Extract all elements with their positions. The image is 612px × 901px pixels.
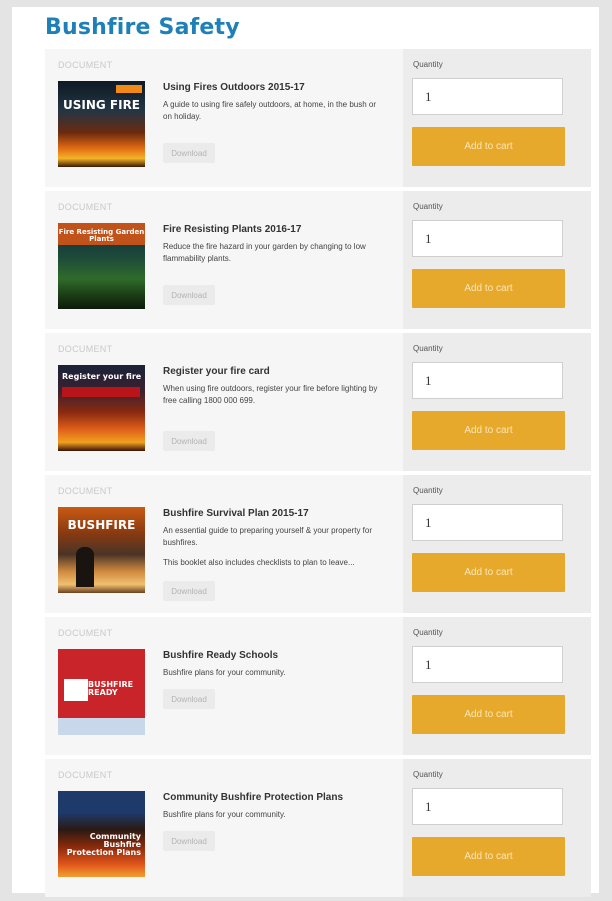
page-title: Bushfire Safety [45,15,240,40]
add-to-cart-button[interactable]: Add to cart [412,695,565,734]
item-purchase-panel: Quantity Add to cart [403,617,591,755]
item-details: DOCUMENT BUSHFIRE Bushfire Survival Plan… [45,475,403,613]
item-description: An essential guide to preparing yourself… [163,525,385,577]
document-type-label: DOCUMENT [58,344,113,354]
cover-image-bushfire-ready-schools: BUSHFIRE READY [58,649,145,735]
download-button[interactable]: Download [163,581,215,601]
quantity-input[interactable] [412,504,563,541]
item-purchase-panel: Quantity Add to cart [403,333,591,471]
item-description-text: Bushfire plans for your community. [163,668,286,677]
cover-title-text: Fire Resisting Garden Plants [58,228,145,243]
item-description-text: When using fire outdoors, register your … [163,384,378,405]
cover-title-text: Register your fire [62,372,142,381]
cover-image-fire-resisting-plants: Fire Resisting Garden Plants [58,223,145,309]
add-to-cart-button[interactable]: Add to cart [412,837,565,876]
list-item: DOCUMENT Register your fire Register you… [45,333,591,471]
quantity-input[interactable] [412,646,563,683]
quantity-label: Quantity [413,60,443,69]
item-description-text: This booklet also includes checklists to… [163,558,355,567]
download-button[interactable]: Download [163,431,215,451]
add-to-cart-button[interactable]: Add to cart [412,127,565,166]
document-type-label: DOCUMENT [58,770,113,780]
add-to-cart-button[interactable]: Add to cart [412,553,565,592]
item-purchase-panel: Quantity Add to cart [403,759,591,897]
quantity-label: Quantity [413,770,443,779]
list-item: DOCUMENT BUSHFIRE Bushfire Survival Plan… [45,475,591,613]
item-title: Bushfire Survival Plan 2015-17 [163,508,309,519]
download-button[interactable]: Download [163,143,215,163]
document-type-label: DOCUMENT [58,486,113,496]
item-description: When using fire outdoors, register your … [163,383,385,415]
item-description: Reduce the fire hazard in your garden by… [163,241,385,273]
item-details: DOCUMENT Fire Resisting Garden Plants Fi… [45,191,403,329]
item-purchase-panel: Quantity Add to cart [403,191,591,329]
item-details: DOCUMENT USING FIRE Using Fires Outdoors… [45,49,403,187]
year-tag [116,85,142,93]
cover-image-register-fire-card: Register your fire [58,365,145,451]
item-description: Bushfire plans for your community. [163,667,385,687]
cover-figure [76,547,94,587]
document-type-label: DOCUMENT [58,202,113,212]
cover-title-text: Community Bushfire Protection Plans [66,832,141,857]
cover-title-text: BUSHFIRE READY [88,680,134,697]
list-item: DOCUMENT Fire Resisting Garden Plants Fi… [45,191,591,329]
item-details: DOCUMENT Community Bushfire Protection P… [45,759,403,897]
quantity-input[interactable] [412,78,563,115]
add-to-cart-button[interactable]: Add to cart [412,411,565,450]
cover-title-text: BUSHFIRE [67,518,136,532]
item-details: DOCUMENT Register your fire Register you… [45,333,403,471]
cover-image-using-fires-outdoors: USING FIRE [58,81,145,167]
download-button[interactable]: Download [163,285,215,305]
item-purchase-panel: Quantity Add to cart [403,475,591,613]
cover-image-bushfire-survival-plan: BUSHFIRE [58,507,145,593]
item-description-text: An essential guide to preparing yourself… [163,526,373,547]
quantity-label: Quantity [413,486,443,495]
document-list: DOCUMENT USING FIRE Using Fires Outdoors… [45,49,591,901]
download-button[interactable]: Download [163,689,215,709]
quantity-label: Quantity [413,202,443,211]
document-type-label: DOCUMENT [58,60,113,70]
document-type-label: DOCUMENT [58,628,113,638]
quantity-input[interactable] [412,362,563,399]
page-container: Bushfire Safety DOCUMENT USING FIRE Usin… [12,7,599,897]
list-item: DOCUMENT Community Bushfire Protection P… [45,759,591,897]
item-purchase-panel: Quantity Add to cart [403,49,591,187]
add-to-cart-button[interactable]: Add to cart [412,269,565,308]
cover-image-community-bushfire-plans: Community Bushfire Protection Plans [58,791,145,877]
item-description: Bushfire plans for your community. [163,809,385,829]
quantity-label: Quantity [413,628,443,637]
list-item: DOCUMENT USING FIRE Using Fires Outdoors… [45,49,591,187]
item-title: Using Fires Outdoors 2015-17 [163,82,305,93]
item-description-text: A guide to using fire safely outdoors, a… [163,100,377,121]
cover-title-text: USING FIRE [62,98,141,112]
house-icon [64,679,88,701]
quantity-input[interactable] [412,220,563,257]
quantity-input[interactable] [412,788,563,825]
item-details: DOCUMENT BUSHFIRE READY Bushfire Ready S… [45,617,403,755]
item-title: Fire Resisting Plants 2016-17 [163,224,302,235]
item-description: A guide to using fire safely outdoors, a… [163,99,385,131]
item-title: Register your fire card [163,366,270,377]
quantity-label: Quantity [413,344,443,353]
list-item: DOCUMENT BUSHFIRE READY Bushfire Ready S… [45,617,591,755]
cover-banner [62,387,140,397]
download-button[interactable]: Download [163,831,215,851]
item-title: Bushfire Ready Schools [163,650,279,661]
item-description-text: Bushfire plans for your community. [163,810,286,819]
item-description-text: Reduce the fire hazard in your garden by… [163,242,366,263]
item-title: Community Bushfire Protection Plans [163,792,344,803]
